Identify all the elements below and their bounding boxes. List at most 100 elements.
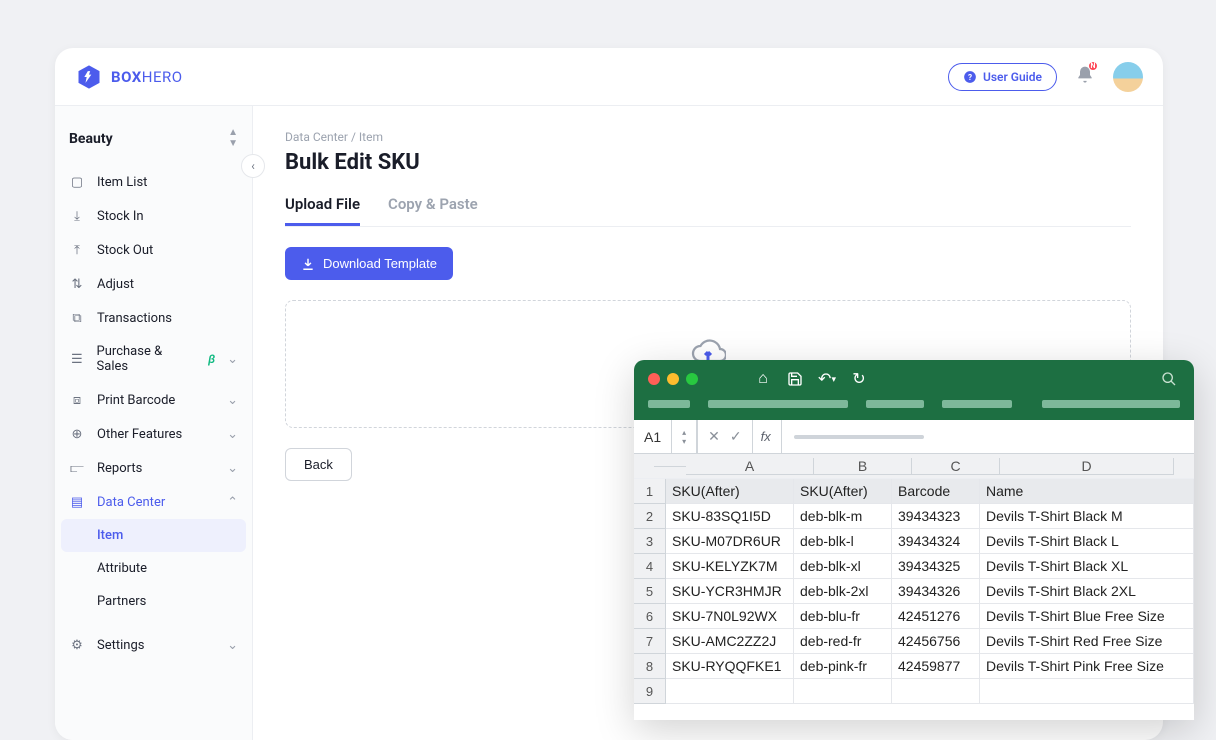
row-header[interactable]: 4 [634, 554, 666, 579]
cell[interactable]: SKU-83SQ1I5D [666, 504, 794, 529]
sidebar-collapse-button[interactable]: ‹ [241, 154, 265, 178]
col-header-c[interactable]: C [912, 458, 1000, 475]
cell[interactable]: 39434326 [892, 579, 980, 604]
sidebar-item-adjust[interactable]: ⇅Adjust [55, 267, 252, 301]
table-row: 3SKU-M07DR6URdeb-blk-l39434324Devils T-S… [634, 529, 1194, 554]
sidebar-item-settings[interactable]: ⚙Settings⌄ [55, 628, 252, 662]
cell[interactable]: SKU(After) [794, 479, 892, 504]
sidebar-item-item-list[interactable]: ▢Item List [55, 165, 252, 199]
sidebar-item-other-features[interactable]: ⊕Other Features⌄ [55, 417, 252, 451]
cell[interactable]: Devils T-Shirt Black L [980, 529, 1194, 554]
cell[interactable]: Name [980, 479, 1194, 504]
confirm-icon[interactable]: ✓ [730, 428, 742, 445]
ref-stepper[interactable]: ▴▾ [671, 420, 697, 453]
sidebar-item-purchase-sales[interactable]: ☰Purchase & Salesβ⌄ [55, 335, 252, 383]
breadcrumb-item[interactable]: Item [359, 130, 383, 144]
logo-text: BOXHERO [111, 68, 183, 86]
breadcrumb-item[interactable]: Data Center [285, 130, 348, 144]
tab-copy-paste[interactable]: Copy & Paste [388, 195, 478, 226]
cell-reference[interactable]: A1 [644, 429, 671, 445]
sidebar-item-transactions[interactable]: ⧉Transactions [55, 301, 252, 335]
row-header[interactable]: 8 [634, 654, 666, 679]
tab-upload-file[interactable]: Upload File [285, 195, 360, 226]
cell[interactable]: deb-blk-2xl [794, 579, 892, 604]
logo[interactable]: BOXHERO [75, 63, 183, 91]
sidebar-subitem-partners[interactable]: Partners [55, 585, 252, 618]
col-header-a[interactable]: A [686, 458, 814, 475]
close-icon[interactable] [648, 373, 660, 385]
cell[interactable]: Devils T-Shirt Red Free Size [980, 629, 1194, 654]
cell[interactable]: SKU-RYQQFKE1 [666, 654, 794, 679]
sidebar-item-stock-out[interactable]: ⤒Stock Out [55, 233, 252, 267]
fx-label[interactable]: fx [753, 420, 782, 453]
receipt-icon: ☰ [69, 351, 85, 367]
row-header[interactable]: 6 [634, 604, 666, 629]
cell[interactable]: 42459877 [892, 654, 980, 679]
cell[interactable]: 42451276 [892, 604, 980, 629]
formula-input[interactable] [794, 435, 924, 439]
home-icon[interactable]: ⌂ [752, 368, 774, 390]
cell[interactable]: deb-blk-l [794, 529, 892, 554]
cell[interactable]: 39434323 [892, 504, 980, 529]
search-icon[interactable] [1158, 368, 1180, 390]
spreadsheet[interactable]: A B C D 1 SKU(After) SKU(After) Barcode … [634, 454, 1194, 704]
select-all-corner[interactable] [654, 466, 686, 467]
cell[interactable]: 39434325 [892, 554, 980, 579]
cell[interactable]: Devils T-Shirt Black 2XL [980, 579, 1194, 604]
redo-icon[interactable]: ↻ [848, 368, 870, 390]
cell[interactable]: deb-blk-xl [794, 554, 892, 579]
cell[interactable] [666, 679, 794, 704]
notifications-button[interactable]: N [1075, 65, 1095, 89]
user-guide-button[interactable]: ? User Guide [948, 63, 1057, 91]
sidebar-item-stock-in[interactable]: ⤓Stock In [55, 199, 252, 233]
sidebar-subitem-item[interactable]: Item [61, 519, 246, 552]
cell[interactable]: Devils T-Shirt Pink Free Size [980, 654, 1194, 679]
sidebar-item-data-center[interactable]: ▤Data Center⌃ [55, 485, 252, 519]
undo-icon[interactable]: ↶▾ [816, 368, 838, 390]
workspace-selector[interactable]: Beauty ▲▼ [55, 118, 252, 165]
cell[interactable]: deb-blu-fr [794, 604, 892, 629]
cell[interactable]: 42456756 [892, 629, 980, 654]
cell[interactable]: Devils T-Shirt Blue Free Size [980, 604, 1194, 629]
sidebar-item-print-barcode[interactable]: ⧈Print Barcode⌄ [55, 383, 252, 417]
cell[interactable] [892, 679, 980, 704]
cell[interactable]: SKU-7N0L92WX [666, 604, 794, 629]
row-header[interactable]: 1 [634, 479, 666, 504]
breadcrumb-sep: / [351, 130, 359, 144]
sidebar-subitem-attribute[interactable]: Attribute [55, 552, 252, 585]
cell[interactable]: SKU-KELYZK7M [666, 554, 794, 579]
row-header[interactable]: 7 [634, 629, 666, 654]
cell[interactable] [980, 679, 1194, 704]
cell[interactable]: Barcode [892, 479, 980, 504]
cell[interactable]: 39434324 [892, 529, 980, 554]
row-header[interactable]: 9 [634, 679, 666, 704]
back-button[interactable]: Back [285, 448, 352, 481]
sidebar-item-reports[interactable]: ⫍Reports⌄ [55, 451, 252, 485]
page-title: Bulk Edit SKU [285, 150, 1131, 175]
row-header[interactable]: 2 [634, 504, 666, 529]
cell[interactable]: Devils T-Shirt Black M [980, 504, 1194, 529]
maximize-icon[interactable] [686, 373, 698, 385]
table-row: 6SKU-7N0L92WXdeb-blu-fr42451276Devils T-… [634, 604, 1194, 629]
cancel-icon[interactable]: ✕ [708, 428, 720, 445]
download-template-button[interactable]: Download Template [285, 247, 453, 280]
col-header-b[interactable]: B [814, 458, 912, 475]
col-header-d[interactable]: D [1000, 458, 1174, 475]
row-header[interactable]: 3 [634, 529, 666, 554]
cell[interactable]: SKU-YCR3HMJR [666, 579, 794, 604]
cell[interactable]: SKU-AMC2ZZ2J [666, 629, 794, 654]
cell[interactable]: SKU(After) [666, 479, 794, 504]
avatar[interactable] [1113, 62, 1143, 92]
cell[interactable]: Devils T-Shirt Black XL [980, 554, 1194, 579]
cell[interactable]: deb-red-fr [794, 629, 892, 654]
save-icon[interactable] [784, 368, 806, 390]
row-header[interactable]: 5 [634, 579, 666, 604]
cell[interactable]: SKU-M07DR6UR [666, 529, 794, 554]
minimize-icon[interactable] [667, 373, 679, 385]
cell[interactable]: deb-blk-m [794, 504, 892, 529]
tabs: Upload File Copy & Paste [285, 195, 1131, 227]
cell[interactable] [794, 679, 892, 704]
box-icon: ▢ [69, 174, 85, 190]
cell[interactable]: deb-pink-fr [794, 654, 892, 679]
ribbon [648, 400, 1180, 408]
